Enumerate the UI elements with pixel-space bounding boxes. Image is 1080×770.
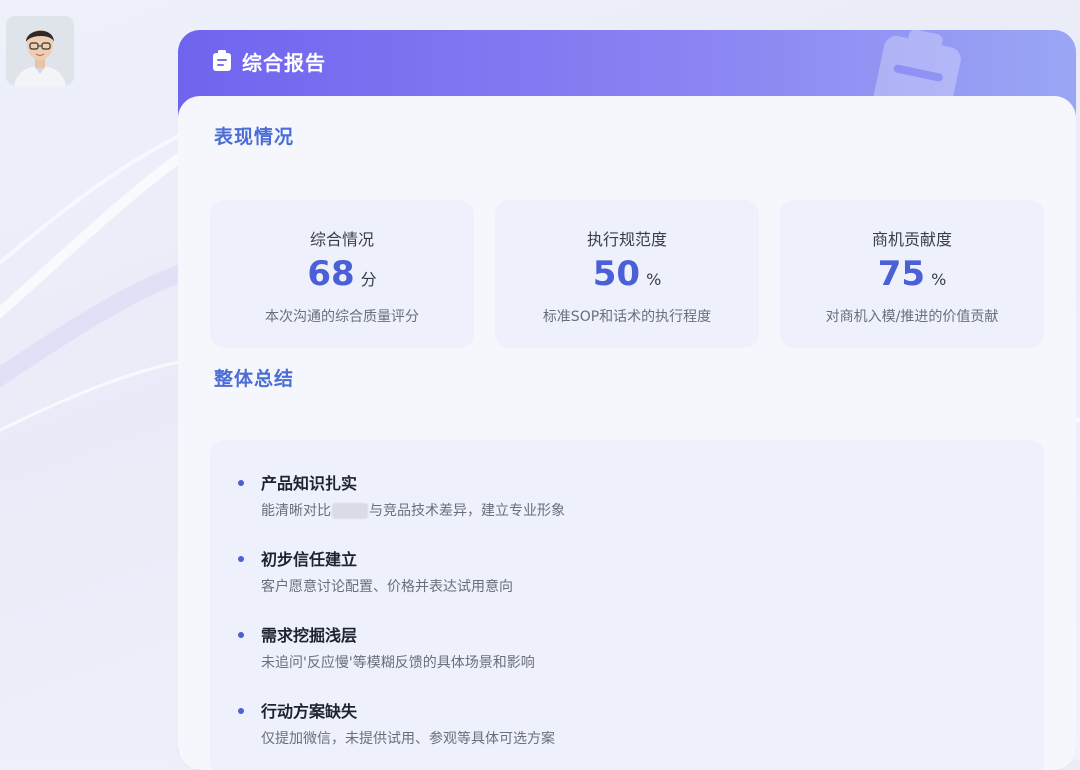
clipboard-watermark-icon [872,30,961,96]
clipboard-icon [213,50,231,71]
bullet-icon [238,632,244,638]
user-avatar[interactable] [6,16,74,86]
summary-item-description: 客户愿意讨论配置、价格并表达试用意向 [261,579,513,595]
metric-value: 68 [307,254,355,294]
bullet-icon [238,480,244,486]
summary-item-title: 产品知识扎实 [261,474,358,493]
panel-header: 综合报告 [178,30,1076,96]
summary-item-title: 初步信任建立 [261,550,358,569]
metric-card-overall: 综合情况 68 分 本次沟通的综合质量评分 [210,200,474,348]
metric-label: 商机贡献度 [871,230,952,249]
redacted-text [332,503,368,519]
performance-section-title: 表现情况 [214,126,295,148]
metric-value: 50 [592,254,641,294]
summary-item-title: 行动方案缺失 [261,702,358,721]
summary-item-description: 能清晰对比 与竞品技术差异，建立专业形象 [261,503,565,519]
avatar-portrait-icon [6,16,74,86]
metric-unit: % [646,270,662,289]
metric-card-execution: 执行规范度 50% 标准SOP和话术的执行程度 [495,200,759,348]
bullet-icon [238,708,244,714]
metric-unit: 分 [360,270,377,289]
summary-item: 初步信任建立 客户愿意讨论配置、价格并表达试用意向 [238,546,1018,616]
metric-label: 执行规范度 [586,230,667,249]
report-panel: 综合报告 表现情况 综合情况 68 分 本次沟通的综合质量评分 执行规范度 50%… [178,30,1076,770]
metric-description: 标准SOP和话术的执行程度 [542,309,712,325]
summary-card: 产品知识扎实 能清晰对比 与竞品技术差异，建立专业形象 初步信任建立 客户愿意讨论… [210,440,1044,770]
summary-item: 需求挖掘浅层 未追问'反应慢'等模糊反馈的具体场景和影响 [238,622,1018,692]
summary-item-description: 未追问'反应慢'等模糊反馈的具体场景和影响 [261,655,535,671]
panel-body: 表现情况 综合情况 68 分 本次沟通的综合质量评分 执行规范度 50% 标准SO… [178,96,1076,770]
bullet-icon [238,556,244,562]
metric-value: 75 [877,254,926,294]
metric-label: 综合情况 [309,230,374,249]
summary-item-title: 需求挖掘浅层 [261,626,358,645]
report-title: 综合报告 [242,51,326,75]
metric-description: 对商机入模/推进的价值贡献 [825,309,999,325]
summary-item-description: 仅提加微信，未提供试用、参观等具体可选方案 [261,731,555,747]
summary-item: 产品知识扎实 能清晰对比 与竞品技术差异，建立专业形象 [238,470,1018,540]
summary-item: 行动方案缺失 仅提加微信，未提供试用、参观等具体可选方案 [238,698,1018,768]
metric-description: 本次沟通的综合质量评分 [265,309,419,325]
metric-card-opportunity: 商机贡献度 75% 对商机入模/推进的价值贡献 [780,200,1044,348]
metric-unit: % [931,270,947,289]
summary-section-title: 整体总结 [214,368,295,390]
